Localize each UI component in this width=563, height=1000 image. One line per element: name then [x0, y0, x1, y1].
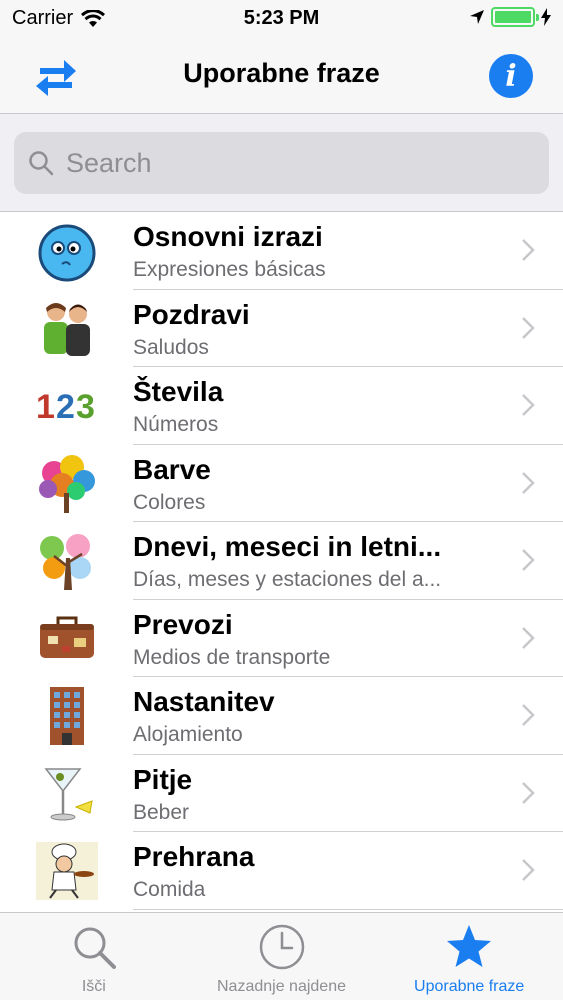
- list-item-title: Pitje: [133, 763, 193, 795]
- page-title: Uporabne fraze: [183, 58, 380, 88]
- list-item[interactable]: Dnevi, meseci in letni... Días, meses y …: [0, 522, 563, 600]
- list-item-subtitle: Números: [133, 413, 219, 436]
- chevron-right-icon: [522, 471, 535, 494]
- tab-label: Išči: [81, 978, 106, 995]
- list-item-title: Prehrana: [133, 841, 255, 872]
- list-item-title: Dnevi, meseci in letni...: [133, 531, 442, 562]
- clock-icon: [259, 924, 304, 970]
- greeting-people-icon: [36, 298, 98, 360]
- list-item[interactable]: Barve Colores: [0, 444, 563, 522]
- search-placeholder: Search: [66, 147, 152, 178]
- chevron-right-icon: [522, 859, 535, 881]
- star-icon: [447, 925, 492, 967]
- list-item-title: Števila: [133, 376, 224, 407]
- tab-bar: Išči Nazadnje najdene Uporabne fraze: [0, 912, 563, 1000]
- chevron-right-icon: [522, 239, 535, 261]
- chevron-right-icon: [522, 316, 535, 339]
- nav-bar: Uporabne fraze i: [0, 38, 563, 114]
- seasons-tree-icon: [36, 530, 98, 592]
- suitcase-icon: [36, 608, 98, 670]
- search-input[interactable]: Search: [14, 132, 549, 194]
- list-item-subtitle: Comida: [133, 878, 206, 901]
- chevron-right-icon: [522, 626, 535, 649]
- list-item-title: Osnovni izrazi: [133, 221, 323, 252]
- charging-bolt-icon: [541, 8, 551, 26]
- search-icon: [74, 927, 116, 969]
- list-item-subtitle: Expresiones básicas: [133, 258, 326, 281]
- list-item[interactable]: Prehrana Comida: [0, 832, 563, 910]
- list-item[interactable]: Pozdravi Saludos: [0, 289, 563, 367]
- chevron-right-icon: [522, 394, 535, 416]
- tab-search[interactable]: Išči: [0, 913, 188, 1000]
- list-item-title: Prevozi: [133, 608, 233, 640]
- tab-useful-phrases[interactable]: Uporabne fraze: [375, 913, 563, 1000]
- cocktail-glass-icon: [36, 763, 98, 825]
- hotel-building-icon: [36, 685, 98, 747]
- list-item-subtitle: Beber: [133, 800, 190, 824]
- list-item-subtitle: Colores: [133, 490, 206, 514]
- list-item-subtitle: Saludos: [133, 335, 209, 359]
- svg-text:1: 1: [36, 388, 55, 426]
- tab-label: Uporabne fraze: [414, 978, 525, 995]
- list-item-title: Nastanitev: [133, 686, 275, 717]
- list-item-subtitle: Días, meses y estaciones del a...: [133, 568, 442, 591]
- location-arrow-icon: [470, 10, 484, 24]
- tab-recent[interactable]: Nazadnje najdene: [188, 913, 376, 1000]
- list-item[interactable]: 1 2 3 Števila Números: [0, 367, 563, 445]
- battery-icon: [491, 7, 539, 27]
- chevron-right-icon: [522, 704, 535, 726]
- phrase-category-list: Osnovni izrazi Expresiones básicas Pozdr…: [0, 212, 563, 910]
- search-area: Search: [0, 114, 563, 212]
- info-icon: i: [505, 58, 517, 94]
- numbers-123-icon: 1 2 3: [36, 375, 98, 437]
- tab-label: Nazadnje najdene: [217, 978, 346, 995]
- list-item[interactable]: Nastanitev Alojamiento: [0, 677, 563, 755]
- chevron-right-icon: [522, 781, 535, 804]
- list-item-subtitle: Alojamiento: [133, 723, 243, 746]
- search-icon: [29, 151, 54, 176]
- color-tree-icon: [36, 453, 98, 515]
- list-item-title: Barve: [133, 453, 211, 485]
- chevron-right-icon: [522, 549, 535, 571]
- list-item[interactable]: Osnovni izrazi Expresiones básicas: [0, 212, 563, 290]
- list-item[interactable]: Pitje Beber: [0, 754, 563, 832]
- svg-text:3: 3: [76, 388, 95, 426]
- list-item-title: Pozdravi: [133, 298, 250, 330]
- info-button[interactable]: i: [489, 54, 533, 98]
- chef-icon: [36, 840, 98, 902]
- list-item[interactable]: Prevozi Medios de transporte: [0, 599, 563, 677]
- svg-text:2: 2: [56, 388, 75, 426]
- list-item-subtitle: Medios de transporte: [133, 645, 331, 669]
- smiley-face-icon: [36, 220, 98, 282]
- status-bar: Carrier 5:23 PM: [0, 0, 563, 38]
